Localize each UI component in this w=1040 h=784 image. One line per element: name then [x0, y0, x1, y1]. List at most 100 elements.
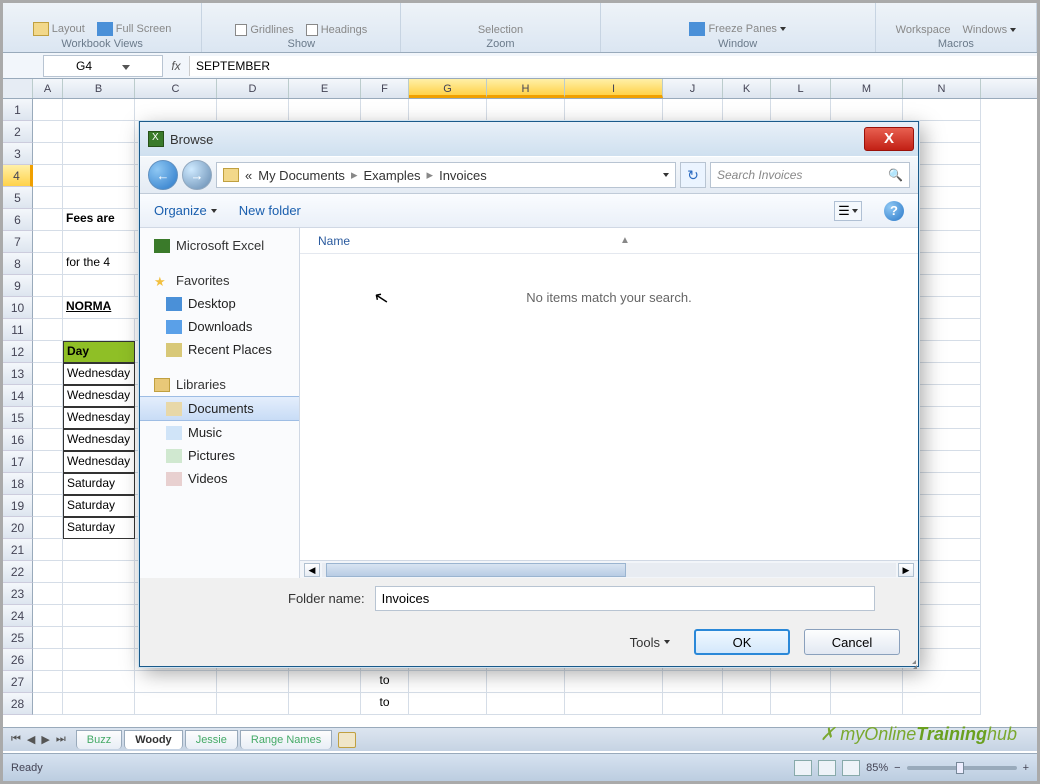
cell-B23[interactable] [63, 583, 135, 605]
file-list-header[interactable]: Name ▲ [300, 228, 918, 254]
row-header-28[interactable]: 28 [3, 693, 33, 715]
rib-layout[interactable]: Layout [33, 22, 85, 36]
tab-woody[interactable]: Woody [124, 730, 182, 749]
cell-B21[interactable] [63, 539, 135, 561]
cell-B1[interactable] [63, 99, 135, 121]
rib-selection[interactable]: Selection [478, 24, 523, 36]
tree-pictures[interactable]: Pictures [140, 444, 299, 467]
cell-H1[interactable] [487, 99, 565, 121]
cell-A18[interactable] [33, 473, 63, 495]
select-all-corner[interactable] [3, 79, 33, 98]
scroll-left-button[interactable]: ◀ [304, 563, 320, 577]
cell-B10[interactable]: NORMA [63, 297, 135, 319]
tree-documents[interactable]: Documents [140, 396, 299, 421]
rib-gridlines[interactable]: Gridlines [235, 24, 293, 36]
cell-A22[interactable] [33, 561, 63, 583]
cell-M1[interactable] [831, 99, 903, 121]
cell-D1[interactable] [217, 99, 289, 121]
cell-B26[interactable] [63, 649, 135, 671]
cell-B9[interactable] [63, 275, 135, 297]
chevron-down-icon[interactable] [663, 173, 669, 177]
rib-fullscreen[interactable]: Full Screen [97, 22, 172, 36]
cell-B8[interactable]: for the 4 [63, 253, 135, 275]
row-header-27[interactable]: 27 [3, 671, 33, 693]
cell-C1[interactable] [135, 99, 217, 121]
zoom-in-button[interactable]: + [1023, 762, 1029, 774]
organize-menu[interactable]: Organize [154, 203, 217, 218]
cell-A7[interactable] [33, 231, 63, 253]
cell-A28[interactable] [33, 693, 63, 715]
cell-A27[interactable] [33, 671, 63, 693]
crumb-invoices[interactable]: Invoices [439, 168, 487, 183]
cell-B27[interactable] [63, 671, 135, 693]
cell-B19[interactable]: Saturday [63, 495, 135, 517]
cell-A11[interactable] [33, 319, 63, 341]
row-header-8[interactable]: 8 [3, 253, 33, 275]
cell-A14[interactable] [33, 385, 63, 407]
cell-D27[interactable] [217, 671, 289, 693]
cell-A25[interactable] [33, 627, 63, 649]
cell-B13[interactable]: Wednesday [63, 363, 135, 385]
tab-jessie[interactable]: Jessie [185, 730, 238, 749]
cell-B18[interactable]: Saturday [63, 473, 135, 495]
tools-menu[interactable]: Tools [630, 635, 670, 650]
cell-K27[interactable] [723, 671, 771, 693]
cell-M28[interactable] [831, 693, 903, 715]
zoom-slider[interactable] [907, 766, 1017, 770]
col-header-G[interactable]: G [409, 79, 487, 98]
row-header-21[interactable]: 21 [3, 539, 33, 561]
col-header-K[interactable]: K [723, 79, 771, 98]
row-header-6[interactable]: 6 [3, 209, 33, 231]
row-header-7[interactable]: 7 [3, 231, 33, 253]
horizontal-scrollbar[interactable]: ◀ ▶ [300, 560, 918, 578]
row-header-12[interactable]: 12 [3, 341, 33, 363]
cell-N1[interactable] [903, 99, 981, 121]
fx-icon[interactable]: fx [163, 59, 189, 73]
cell-A4[interactable] [33, 165, 63, 187]
cell-N28[interactable] [903, 693, 981, 715]
cell-I27[interactable] [565, 671, 663, 693]
cell-B3[interactable] [63, 143, 135, 165]
col-header-D[interactable]: D [217, 79, 289, 98]
row-header-17[interactable]: 17 [3, 451, 33, 473]
row-header-20[interactable]: 20 [3, 517, 33, 539]
cell-K1[interactable] [723, 99, 771, 121]
back-button[interactable]: ← [148, 160, 178, 190]
col-header-C[interactable]: C [135, 79, 217, 98]
col-header-F[interactable]: F [361, 79, 409, 98]
tree-libraries[interactable]: Libraries [140, 373, 299, 396]
cell-D28[interactable] [217, 693, 289, 715]
cell-E27[interactable] [289, 671, 361, 693]
folder-tree[interactable]: Microsoft Excel ★Favorites Desktop Downl… [140, 228, 300, 578]
cell-A15[interactable] [33, 407, 63, 429]
row-header-25[interactable]: 25 [3, 627, 33, 649]
cancel-button[interactable]: Cancel [804, 629, 900, 655]
row-header-11[interactable]: 11 [3, 319, 33, 341]
view-break-button[interactable] [842, 760, 860, 776]
cell-A10[interactable] [33, 297, 63, 319]
cell-E28[interactable] [289, 693, 361, 715]
new-folder-button[interactable]: New folder [239, 203, 301, 218]
new-sheet-button[interactable] [338, 732, 356, 748]
dropdown-icon[interactable] [122, 65, 130, 70]
row-header-22[interactable]: 22 [3, 561, 33, 583]
col-header-B[interactable]: B [63, 79, 135, 98]
row-header-4[interactable]: 4 [3, 165, 33, 187]
cell-A2[interactable] [33, 121, 63, 143]
tree-videos[interactable]: Videos [140, 467, 299, 490]
cell-H28[interactable] [487, 693, 565, 715]
cell-B2[interactable] [63, 121, 135, 143]
cell-A12[interactable] [33, 341, 63, 363]
breadcrumb[interactable]: « My Documents▸ Examples▸ Invoices [216, 162, 676, 188]
zoom-out-button[interactable]: − [894, 762, 900, 774]
crumb-mydocs[interactable]: My Documents [258, 168, 345, 183]
scrollbar-thumb[interactable] [326, 563, 626, 577]
col-header-H[interactable]: H [487, 79, 565, 98]
folder-name-input[interactable] [375, 586, 875, 611]
cell-B22[interactable] [63, 561, 135, 583]
col-header-M[interactable]: M [831, 79, 903, 98]
tree-favorites[interactable]: ★Favorites [140, 269, 299, 292]
col-header-A[interactable]: A [33, 79, 63, 98]
cell-F1[interactable] [361, 99, 409, 121]
crumb-examples[interactable]: Examples [363, 168, 420, 183]
